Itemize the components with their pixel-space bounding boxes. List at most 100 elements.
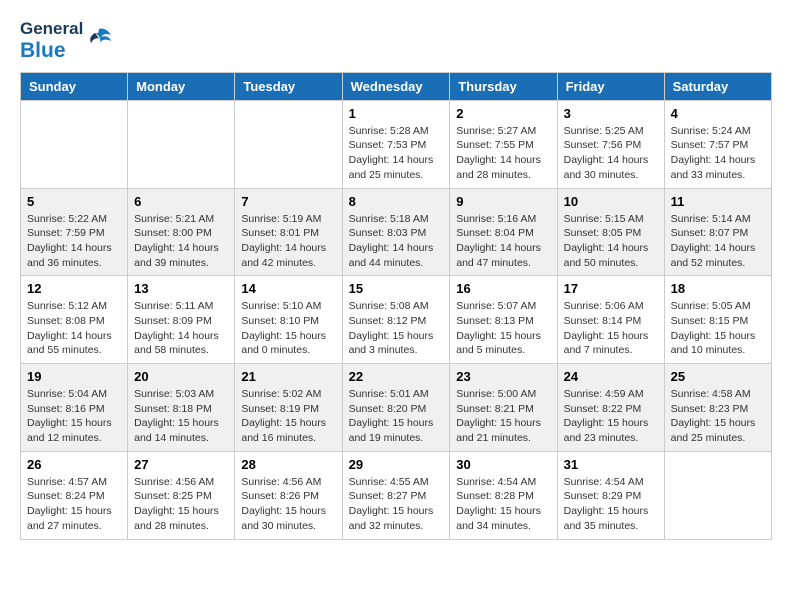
day-info: Sunrise: 4:56 AM Sunset: 8:26 PM Dayligh… [241, 475, 335, 534]
weekday-header-saturday: Saturday [664, 72, 771, 100]
calendar-cell: 7Sunrise: 5:19 AM Sunset: 8:01 PM Daylig… [235, 188, 342, 276]
day-number: 8 [349, 194, 444, 209]
calendar-cell [664, 451, 771, 539]
day-number: 26 [27, 457, 121, 472]
calendar-week-2: 5 Sunrise: 5:22 AM Sunset: 7:59 PM Daylig… [21, 188, 772, 276]
day-info: Sunrise: 5:22 AM Sunset: 7:59 PM Dayligh… [27, 212, 121, 271]
calendar-cell [235, 100, 342, 188]
calendar-week-1: 1 Sunrise: 5:28 AM Sunset: 7:53 PM Daylig… [21, 100, 772, 188]
day-info: Sunrise: 4:57 AM Sunset: 8:24 PM Dayligh… [27, 475, 121, 534]
day-number: 15 [349, 281, 444, 296]
calendar-cell: 26 Sunrise: 4:57 AM Sunset: 8:24 PM Dayli… [21, 451, 128, 539]
day-number: 5 [27, 194, 121, 209]
day-number: 31 [564, 457, 658, 472]
day-number: 10 [564, 194, 658, 209]
day-number: 25 [671, 369, 765, 384]
calendar-cell [21, 100, 128, 188]
day-info: Sunrise: 5:07 AM Sunset: 8:13 PM Dayligh… [456, 299, 550, 358]
calendar-week-5: 26 Sunrise: 4:57 AM Sunset: 8:24 PM Dayli… [21, 451, 772, 539]
calendar-header-row: SundayMondayTuesdayWednesdayThursdayFrid… [21, 72, 772, 100]
day-number: 3 [564, 106, 658, 121]
calendar-cell: 6Sunrise: 5:21 AM Sunset: 8:00 PM Daylig… [128, 188, 235, 276]
day-info: Sunrise: 5:16 AM Sunset: 8:04 PM Dayligh… [456, 212, 550, 271]
calendar-cell: 25Sunrise: 4:58 AM Sunset: 8:23 PM Dayli… [664, 364, 771, 452]
logo-blue: Blue [20, 39, 83, 62]
calendar-cell: 21 Sunrise: 5:02 AM Sunset: 8:19 PM Dayli… [235, 364, 342, 452]
weekday-header-wednesday: Wednesday [342, 72, 450, 100]
day-info: Sunrise: 5:05 AM Sunset: 8:15 PM Dayligh… [671, 299, 765, 358]
day-number: 16 [456, 281, 550, 296]
weekday-header-sunday: Sunday [21, 72, 128, 100]
day-number: 20 [134, 369, 228, 384]
day-info: Sunrise: 5:10 AM Sunset: 8:10 PM Dayligh… [241, 299, 335, 358]
calendar-cell: 30 Sunrise: 4:54 AM Sunset: 8:28 PM Dayli… [450, 451, 557, 539]
calendar-cell: 27 Sunrise: 4:56 AM Sunset: 8:25 PM Dayli… [128, 451, 235, 539]
calendar-cell: 16 Sunrise: 5:07 AM Sunset: 8:13 PM Dayli… [450, 276, 557, 364]
calendar-cell: 24 Sunrise: 4:59 AM Sunset: 8:22 PM Dayli… [557, 364, 664, 452]
calendar-cell: 18 Sunrise: 5:05 AM Sunset: 8:15 PM Dayli… [664, 276, 771, 364]
day-number: 30 [456, 457, 550, 472]
day-number: 4 [671, 106, 765, 121]
calendar-cell: 12 Sunrise: 5:12 AM Sunset: 8:08 PM Dayli… [21, 276, 128, 364]
day-number: 1 [349, 106, 444, 121]
day-info: Sunrise: 4:55 AM Sunset: 8:27 PM Dayligh… [349, 475, 444, 534]
day-number: 21 [241, 369, 335, 384]
day-number: 22 [349, 369, 444, 384]
day-info: Sunrise: 5:12 AM Sunset: 8:08 PM Dayligh… [27, 299, 121, 358]
day-number: 27 [134, 457, 228, 472]
day-number: 19 [27, 369, 121, 384]
day-number: 11 [671, 194, 765, 209]
calendar-cell: 23 Sunrise: 5:00 AM Sunset: 8:21 PM Dayli… [450, 364, 557, 452]
day-info: Sunrise: 4:56 AM Sunset: 8:25 PM Dayligh… [134, 475, 228, 534]
day-info: Sunrise: 5:04 AM Sunset: 8:16 PM Dayligh… [27, 387, 121, 446]
day-info: Sunrise: 4:54 AM Sunset: 8:29 PM Dayligh… [564, 475, 658, 534]
day-number: 29 [349, 457, 444, 472]
calendar-cell: 31 Sunrise: 4:54 AM Sunset: 8:29 PM Dayli… [557, 451, 664, 539]
day-number: 7 [241, 194, 335, 209]
day-info: Sunrise: 5:25 AM Sunset: 7:56 PM Dayligh… [564, 124, 658, 183]
day-number: 6 [134, 194, 228, 209]
day-info: Sunrise: 5:14 AM Sunset: 8:07 PM Dayligh… [671, 212, 765, 271]
day-info: Sunrise: 5:02 AM Sunset: 8:19 PM Dayligh… [241, 387, 335, 446]
calendar-cell: 17Sunrise: 5:06 AM Sunset: 8:14 PM Dayli… [557, 276, 664, 364]
day-number: 18 [671, 281, 765, 296]
day-info: Sunrise: 5:11 AM Sunset: 8:09 PM Dayligh… [134, 299, 228, 358]
day-number: 13 [134, 281, 228, 296]
calendar-cell: 4Sunrise: 5:24 AM Sunset: 7:57 PM Daylig… [664, 100, 771, 188]
calendar-cell: 2Sunrise: 5:27 AM Sunset: 7:55 PM Daylig… [450, 100, 557, 188]
weekday-header-thursday: Thursday [450, 72, 557, 100]
day-info: Sunrise: 4:54 AM Sunset: 8:28 PM Dayligh… [456, 475, 550, 534]
day-info: Sunrise: 4:59 AM Sunset: 8:22 PM Dayligh… [564, 387, 658, 446]
calendar-cell: 1 Sunrise: 5:28 AM Sunset: 7:53 PM Daylig… [342, 100, 450, 188]
calendar-cell: 19 Sunrise: 5:04 AM Sunset: 8:16 PM Dayli… [21, 364, 128, 452]
day-number: 28 [241, 457, 335, 472]
logo: General Blue [20, 20, 113, 62]
day-info: Sunrise: 5:06 AM Sunset: 8:14 PM Dayligh… [564, 299, 658, 358]
weekday-header-tuesday: Tuesday [235, 72, 342, 100]
day-info: Sunrise: 5:28 AM Sunset: 7:53 PM Dayligh… [349, 124, 444, 183]
calendar-cell: 15 Sunrise: 5:08 AM Sunset: 8:12 PM Dayli… [342, 276, 450, 364]
day-number: 24 [564, 369, 658, 384]
day-info: Sunrise: 5:03 AM Sunset: 8:18 PM Dayligh… [134, 387, 228, 446]
day-info: Sunrise: 5:01 AM Sunset: 8:20 PM Dayligh… [349, 387, 444, 446]
calendar-cell: 29 Sunrise: 4:55 AM Sunset: 8:27 PM Dayli… [342, 451, 450, 539]
day-number: 2 [456, 106, 550, 121]
calendar-cell: 11 Sunrise: 5:14 AM Sunset: 8:07 PM Dayli… [664, 188, 771, 276]
day-number: 23 [456, 369, 550, 384]
calendar-cell: 14 Sunrise: 5:10 AM Sunset: 8:10 PM Dayli… [235, 276, 342, 364]
calendar-cell: 10 Sunrise: 5:15 AM Sunset: 8:05 PM Dayli… [557, 188, 664, 276]
calendar-cell: 20 Sunrise: 5:03 AM Sunset: 8:18 PM Dayli… [128, 364, 235, 452]
calendar-cell: 13 Sunrise: 5:11 AM Sunset: 8:09 PM Dayli… [128, 276, 235, 364]
day-info: Sunrise: 5:15 AM Sunset: 8:05 PM Dayligh… [564, 212, 658, 271]
day-info: Sunrise: 5:08 AM Sunset: 8:12 PM Dayligh… [349, 299, 444, 358]
weekday-header-monday: Monday [128, 72, 235, 100]
day-number: 12 [27, 281, 121, 296]
day-number: 14 [241, 281, 335, 296]
page-header: General Blue [20, 20, 772, 62]
day-info: Sunrise: 5:00 AM Sunset: 8:21 PM Dayligh… [456, 387, 550, 446]
calendar-cell: 28 Sunrise: 4:56 AM Sunset: 8:26 PM Dayli… [235, 451, 342, 539]
calendar-cell: 22 Sunrise: 5:01 AM Sunset: 8:20 PM Dayli… [342, 364, 450, 452]
logo-general: General [20, 20, 83, 39]
weekday-header-friday: Friday [557, 72, 664, 100]
calendar-cell: 3 Sunrise: 5:25 AM Sunset: 7:56 PM Daylig… [557, 100, 664, 188]
